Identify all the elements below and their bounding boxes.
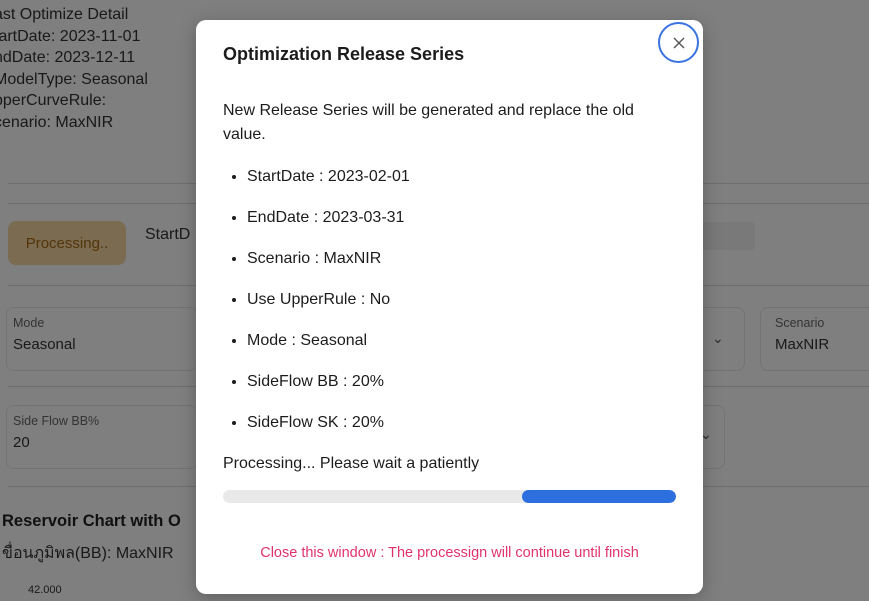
close-icon [673, 37, 684, 48]
close-button[interactable] [658, 22, 699, 63]
param-mode: Mode : Seasonal [247, 330, 678, 351]
param-use-upper-rule: Use UpperRule : No [247, 289, 678, 310]
progress-bar [223, 490, 676, 503]
parameter-list: StartDate : 2023-02-01 EndDate : 2023-03… [223, 166, 678, 433]
modal-title: Optimization Release Series [223, 44, 465, 64]
param-sideflow-bb: SideFlow BB : 20% [247, 371, 678, 392]
optimization-modal: Optimization Release Series New Release … [196, 20, 703, 594]
param-start-date: StartDate : 2023-02-01 [247, 166, 678, 187]
modal-description: New Release Series will be generated and… [223, 102, 634, 143]
processing-status: Processing... Please wait a patiently [223, 455, 480, 472]
param-scenario: Scenario : MaxNIR [247, 248, 678, 269]
close-window-note[interactable]: Close this window : The processign will … [196, 545, 703, 561]
progress-bar-fill [521, 490, 676, 503]
param-sideflow-sk: SideFlow SK : 20% [247, 412, 678, 433]
modal-body: New Release Series will be generated and… [223, 99, 678, 474]
param-end-date: EndDate : 2023-03-31 [247, 207, 678, 228]
